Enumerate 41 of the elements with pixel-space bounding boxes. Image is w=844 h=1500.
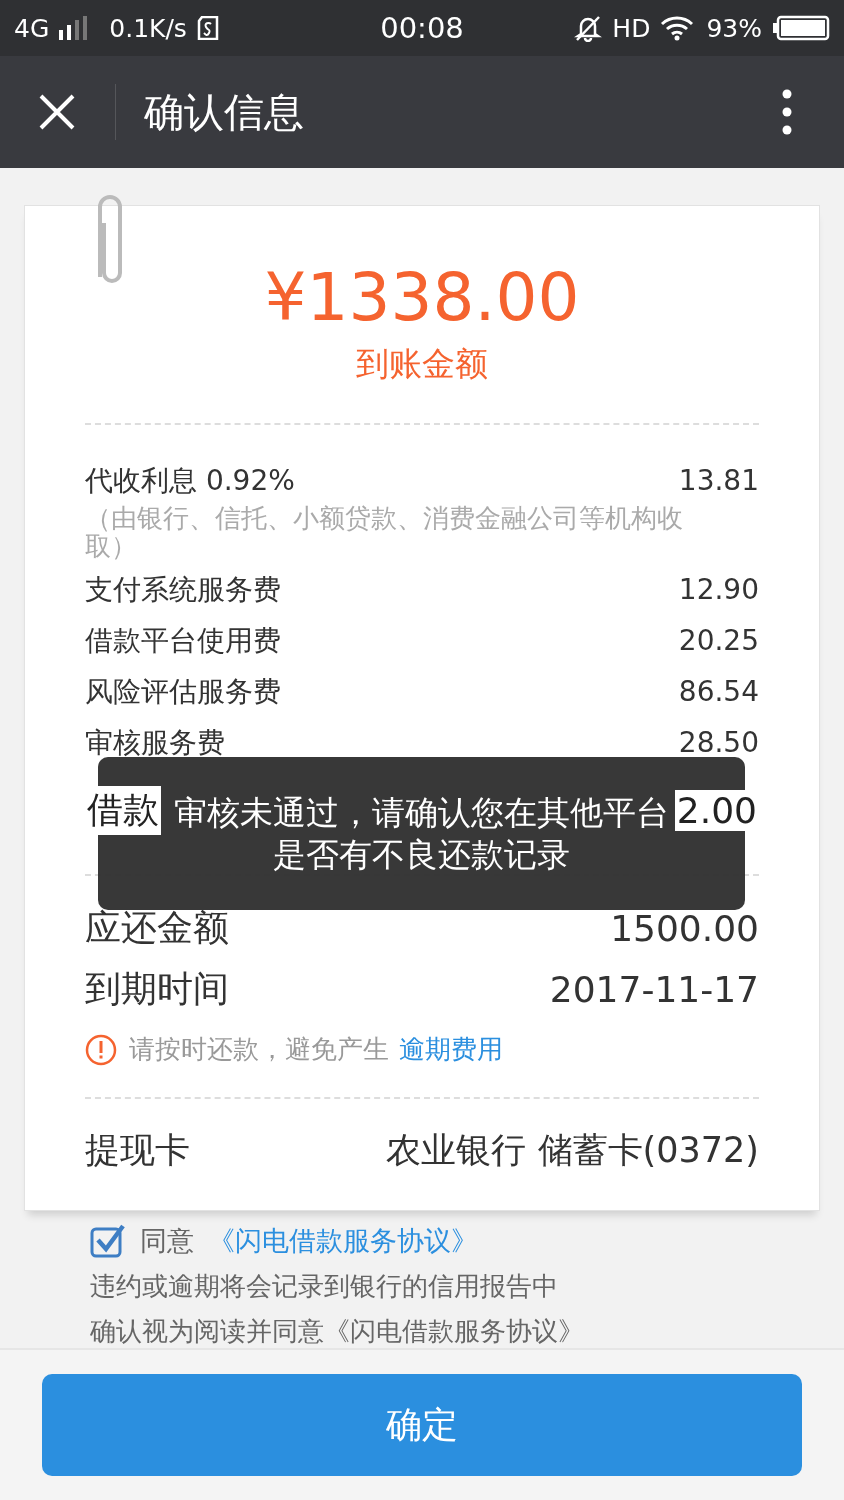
- interest-note: （由银行、信托、小额贷款、消费金融公司等机构收取）: [85, 504, 684, 560]
- confirm-button[interactable]: 确定: [42, 1374, 802, 1476]
- fee-value: 20.25: [678, 624, 759, 657]
- repay-amount-value: 1500.00: [610, 908, 759, 949]
- sim-icon: [196, 16, 219, 40]
- repay-reminder: 请按时还款，避免产生: [129, 1033, 389, 1066]
- fee-label: 审核服务费: [85, 724, 225, 761]
- network-speed: 0.1K/s: [109, 13, 187, 43]
- fee-value: 13.81: [678, 464, 759, 497]
- due-date-label: 到期时间: [85, 967, 229, 1011]
- warning-icon: [85, 1033, 117, 1066]
- checkbox[interactable]: [90, 1224, 126, 1258]
- fee-value: 86.54: [678, 675, 759, 708]
- clock: 00:08: [380, 11, 464, 45]
- withdraw-card-label: 提现卡: [85, 1129, 190, 1172]
- battery-level: 93%: [706, 13, 762, 43]
- received-amount-label: 到账金额: [355, 343, 489, 385]
- withdraw-card-value: 农业银行 储蓄卡(0372): [386, 1129, 759, 1172]
- fee-value: 28.50: [678, 726, 759, 759]
- hd-label: HD: [612, 13, 651, 43]
- agreement-link[interactable]: 《闪电借款服务协议》: [208, 1223, 478, 1259]
- credit-warning: 违约或逾期将会记录到银行的信用报告中: [90, 1270, 559, 1303]
- muted-bell-icon: [574, 14, 603, 42]
- received-amount: ¥1338.00: [263, 258, 581, 338]
- network-label: 4G: [14, 13, 50, 43]
- more-menu-button[interactable]: [782, 89, 792, 135]
- signal-icon: [59, 16, 90, 40]
- fee-label: 借款平台使用费: [85, 622, 281, 659]
- fee-value: 12.90: [678, 573, 759, 606]
- fee-label: 风险评估服务费: [85, 673, 281, 710]
- overdue-fee-link[interactable]: 逾期费用: [399, 1032, 503, 1067]
- fee-label: 代收利息 0.92%: [85, 462, 295, 499]
- consent-note: 确认视为阅读并同意《闪电借款服务协议》: [90, 1315, 585, 1348]
- due-date-value: 2017-11-17: [549, 969, 759, 1010]
- page-title: 确认信息: [144, 87, 305, 137]
- total-fee-label: 借款: [85, 785, 161, 835]
- close-button[interactable]: [37, 92, 77, 132]
- repay-amount-label: 应还金额: [85, 906, 229, 950]
- agree-label: 同意: [140, 1224, 194, 1258]
- fee-label: 支付系统服务费: [85, 571, 281, 608]
- battery-icon: [772, 15, 830, 41]
